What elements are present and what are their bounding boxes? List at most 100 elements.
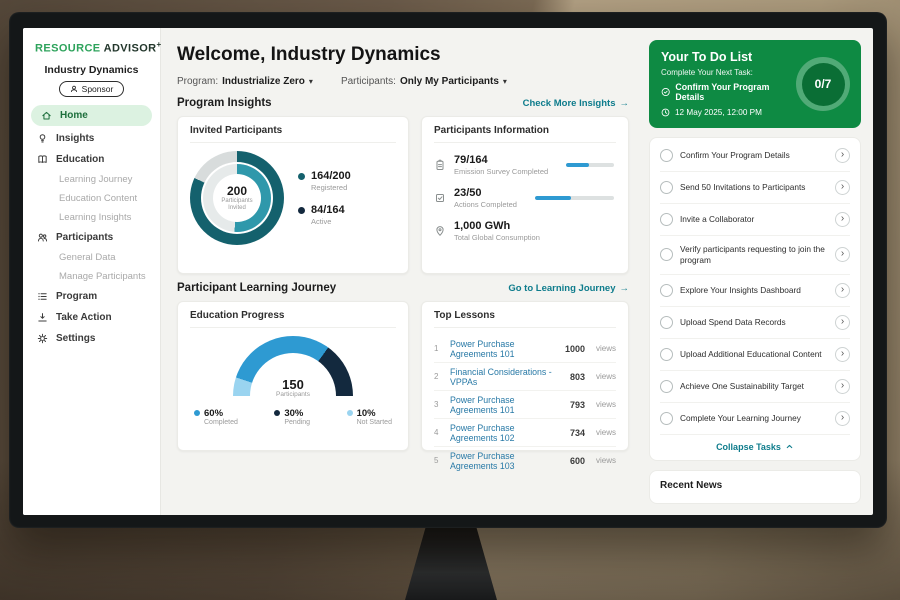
legend-label: Not Started [357,419,392,426]
sidebar-item-education[interactable]: Education [23,149,160,170]
task-row[interactable]: Upload Additional Educational Content › [660,339,850,371]
sidebar-item-manage-participants[interactable]: Manage Participants [23,267,160,286]
lesson-views-value: 803 [570,372,585,382]
go-to-learning-journey-link[interactable]: Go to Learning Journey → [508,283,629,294]
sidebar-item-learning-insights[interactable]: Learning Insights [23,208,160,227]
chevron-right-icon[interactable]: › [835,148,850,163]
sidebar-item-general-data[interactable]: General Data [23,248,160,267]
lesson-rank: 3 [434,400,442,409]
info-label: Emission Survey Completed [454,167,548,176]
legend-item-completed: 60% Completed [194,408,238,426]
checkbox-circle[interactable] [660,348,673,361]
checkbox-circle[interactable] [660,412,673,425]
chevron-right-icon[interactable]: › [835,212,850,227]
checkbox-circle[interactable] [660,213,673,226]
task-row[interactable]: Achieve One Sustainability Target › [660,371,850,403]
clock-icon [661,108,670,117]
lesson-title-link[interactable]: Financial Considerations - VPPAs [450,367,562,387]
sidebar-item-label: Home [60,110,88,121]
chevron-right-icon[interactable]: › [835,247,850,262]
sidebar-item-home[interactable]: Home [31,105,152,126]
chevron-right-icon[interactable]: › [835,283,850,298]
sidebar-item-label: Education Content [59,193,137,204]
task-row[interactable]: Complete Your Learning Journey › [660,403,850,435]
task-row[interactable]: Explore Your Insights Dashboard › [660,275,850,307]
donut-center-label: Participants Invited [217,198,257,212]
sidebar-item-label: Program [56,291,97,302]
invited-participants-card: Invited Participants 200 Participants In… [177,116,409,274]
task-row[interactable]: Verify participants requesting to join t… [660,236,850,275]
participants-information-card: Participants Information 79/164 Emission… [421,116,629,274]
sponsor-badge[interactable]: Sponsor [59,81,125,97]
lesson-title-link[interactable]: Power Purchase Agreements 101 [450,395,562,415]
learning-journey-cards: Education Progress 150 Participants [177,301,629,451]
section-title: Participant Learning Journey [177,282,336,294]
main-content: Welcome, Industry Dynamics Program: Indu… [161,28,641,515]
checkbox-circle[interactable] [660,380,673,393]
info-value: 79/164 [454,154,548,166]
checkbox-circle[interactable] [660,248,673,261]
check-more-insights-link[interactable]: Check More Insights → [523,98,629,109]
link-label: Go to Learning Journey [508,283,615,294]
info-value: 1,000 GWh [454,220,540,232]
lesson-title-link[interactable]: Power Purchase Agreements 101 [450,339,557,359]
recent-news-title: Recent News [660,480,722,491]
checkbox-circle[interactable] [660,316,673,329]
sidebar-item-label: Manage Participants [59,271,146,282]
arrow-right-icon: → [620,283,630,294]
checkbox-circle[interactable] [660,181,673,194]
monitor-bezel: RESOURCE ADVISOR+ Industry Dynamics Spon… [9,12,887,528]
chevron-right-icon[interactable]: › [835,411,850,426]
legend-value: 30% [284,408,310,419]
program-filter[interactable]: Program: Industrialize Zero ▾ [177,76,313,87]
task-label: Invite a Collaborator [680,214,828,225]
sponsor-badge-label: Sponsor [82,84,114,94]
lesson-rank: 2 [434,372,442,381]
legend-label: Pending [284,419,310,426]
sidebar-item-label: Education [56,154,104,165]
task-row[interactable]: Confirm Your Program Details › [660,140,850,172]
lesson-row: 4 Power Purchase Agreements 102 734 view… [434,419,616,447]
link-label: Check More Insights [523,98,616,109]
org-name: Industry Dynamics [23,64,160,76]
sidebar-item-settings[interactable]: Settings [23,328,160,349]
location-pin-icon [434,225,446,237]
legend-item-pending: 30% Pending [274,408,310,426]
logo-secondary: ADVISOR [104,43,157,55]
lesson-title-link[interactable]: Power Purchase Agreements 103 [450,451,562,471]
actions-icon [434,192,446,204]
task-row[interactable]: Upload Spend Data Records › [660,307,850,339]
todo-progress-value: 0/7 [802,63,845,106]
sidebar: RESOURCE ADVISOR+ Industry Dynamics Spon… [23,28,161,515]
sidebar-item-learning-journey[interactable]: Learning Journey [23,170,160,189]
education-progress-card: Education Progress 150 Participants [177,301,409,451]
sidebar-item-label: Learning Journey [59,174,132,185]
task-row[interactable]: Send 50 Invitations to Participants › [660,172,850,204]
lesson-title-link[interactable]: Power Purchase Agreements 102 [450,423,562,443]
sidebar-item-insights[interactable]: Insights [23,128,160,149]
donut-legend: 164/200 Registered 84/164 Active [298,170,351,226]
todo-next-task[interactable]: Confirm Your Program Details [661,82,793,102]
info-label: Total Global Consumption [454,233,540,242]
actions-progress-bar [535,196,614,200]
lesson-views-unit: views [596,400,616,409]
checkbox-circle[interactable] [660,284,673,297]
legend-value: 164/200 [311,170,351,182]
participants-filter[interactable]: Participants: Only My Participants ▾ [341,76,507,87]
sidebar-item-take-action[interactable]: Take Action [23,307,160,328]
gauge-center-value: 150 [233,378,353,391]
chevron-right-icon[interactable]: › [835,379,850,394]
sidebar-item-participants[interactable]: Participants [23,227,160,248]
chevron-right-icon[interactable]: › [835,315,850,330]
sidebar-item-program[interactable]: Program [23,286,160,307]
chevron-right-icon[interactable]: › [835,347,850,362]
collapse-tasks-button[interactable]: Collapse Tasks [660,435,850,458]
legend-value: 84/164 [311,204,345,216]
sidebar-item-education-content[interactable]: Education Content [23,189,160,208]
checkbox-circle[interactable] [660,149,673,162]
info-row-survey: 79/164 Emission Survey Completed [434,154,616,176]
chevron-right-icon[interactable]: › [835,180,850,195]
top-lessons-card: Top Lessons 1 Power Purchase Agreements … [421,301,629,451]
todo-tasks-card: Confirm Your Program Details › Send 50 I… [649,137,861,461]
task-row[interactable]: Invite a Collaborator › [660,204,850,236]
